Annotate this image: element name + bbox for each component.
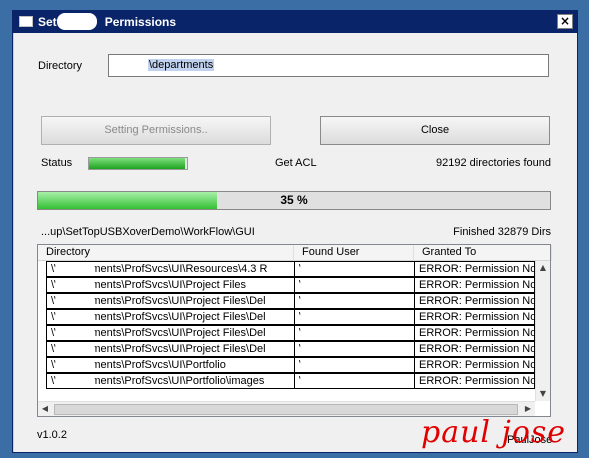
directory-label: Directory	[38, 60, 83, 72]
redaction-blob	[300, 374, 348, 388]
table-row[interactable]: \\ departments\ProfSvcs\UI\Portfolio\ima…	[38, 373, 535, 389]
overall-progress-percent: 35 %	[280, 193, 308, 207]
scroll-right-icon[interactable]: ▶	[521, 402, 535, 416]
table-row[interactable]: \\ departments\ProfSvcs\UI\Resources\4.3…	[38, 261, 535, 277]
redaction-blob	[300, 358, 348, 372]
redaction-blob	[300, 278, 348, 292]
redaction-blob	[55, 294, 95, 308]
horizontal-scroll-thumb[interactable]	[54, 404, 518, 415]
status-action: Get ACL	[275, 157, 317, 169]
finished-count: Finished 32879 Dirs	[453, 226, 551, 238]
table-cell-granted-to: ERROR: Permission Not	[414, 357, 535, 373]
window-icon	[19, 16, 33, 27]
redaction-blob	[55, 342, 95, 356]
table-cell-granted-to: ERROR: Permission Not	[414, 309, 535, 325]
redaction-blob	[55, 310, 95, 324]
table-row[interactable]: \\ departments\ProfSvcs\UI\Project Files…	[38, 325, 535, 341]
redaction-blob	[55, 278, 95, 292]
version-label: v1.0.2	[37, 429, 67, 441]
listview-body: \\ departments\ProfSvcs\UI\Resources\4.3…	[38, 261, 535, 401]
table-row[interactable]: \\ departments\ProfSvcs\UI\Project Files…	[38, 309, 535, 325]
column-header-granted-to[interactable]: Granted To	[414, 245, 552, 261]
table-row[interactable]: \\ departments\ProfSvcs\UI\Project Files…	[38, 341, 535, 357]
table-row[interactable]: \\ departments\ProfSvcs\UI\Project Files…	[38, 293, 535, 309]
directory-redaction	[110, 57, 148, 73]
close-icon[interactable]: ×	[557, 14, 573, 29]
scroll-left-icon[interactable]: ◀	[38, 402, 52, 416]
column-header-found-user[interactable]: Found User	[294, 245, 414, 261]
redaction-blob	[300, 326, 348, 340]
vertical-scrollbar[interactable]: ▲ ▼	[535, 261, 550, 401]
redaction-blob	[300, 294, 348, 308]
directory-selected-text: \departments	[148, 59, 215, 71]
redaction-blob	[300, 310, 348, 324]
table-cell-granted-to: ERROR: Permission Not	[414, 277, 535, 293]
listview-header: Directory Found User Granted To	[38, 245, 552, 261]
directories-found-count: 92192 directories found	[436, 157, 551, 169]
watermark-signature: paul jose	[421, 415, 567, 450]
close-button[interactable]: Close	[320, 116, 550, 145]
table-cell-granted-to: ERROR: Permission Not	[414, 373, 535, 389]
directory-input[interactable]: \departments	[108, 54, 549, 77]
scroll-up-icon[interactable]: ▲	[536, 261, 550, 275]
title-bar[interactable]: Set Permissions ×	[13, 11, 577, 33]
set-permissions-window: Set Permissions × Directory \departments …	[12, 10, 578, 453]
redaction-blob	[300, 262, 348, 276]
title-redaction	[57, 13, 97, 30]
scroll-down-icon[interactable]: ▼	[536, 387, 550, 401]
table-cell-granted-to: ERROR: Permission Not	[414, 341, 535, 357]
horizontal-scrollbar[interactable]: ◀ ▶	[38, 401, 535, 416]
redaction-blob	[300, 342, 348, 356]
status-progress-bar	[88, 157, 188, 170]
redaction-blob	[55, 262, 95, 276]
results-listview[interactable]: Directory Found User Granted To \\ depar…	[37, 244, 552, 417]
table-cell-granted-to: ERROR: Permission Not	[414, 261, 535, 277]
redaction-blob	[55, 374, 95, 388]
current-path: ...up\SetTopUSBXoverDemo\WorkFlow\GUI	[41, 226, 255, 238]
column-header-directory[interactable]: Directory	[38, 245, 294, 261]
setting-permissions-button[interactable]: Setting Permissions..	[41, 116, 271, 145]
overall-progress-bar: 35 %	[37, 191, 551, 210]
table-cell-granted-to: ERROR: Permission Not	[414, 293, 535, 309]
table-row[interactable]: \\ departments\ProfSvcs\UI\Portfolio \de…	[38, 357, 535, 373]
status-progress-fill	[89, 158, 186, 169]
table-cell-granted-to: ERROR: Permission Not	[414, 325, 535, 341]
redaction-blob	[55, 326, 95, 340]
table-row[interactable]: \\ departments\ProfSvcs\UI\Project Files…	[38, 277, 535, 293]
status-label: Status	[41, 157, 73, 169]
redaction-blob	[55, 358, 95, 372]
